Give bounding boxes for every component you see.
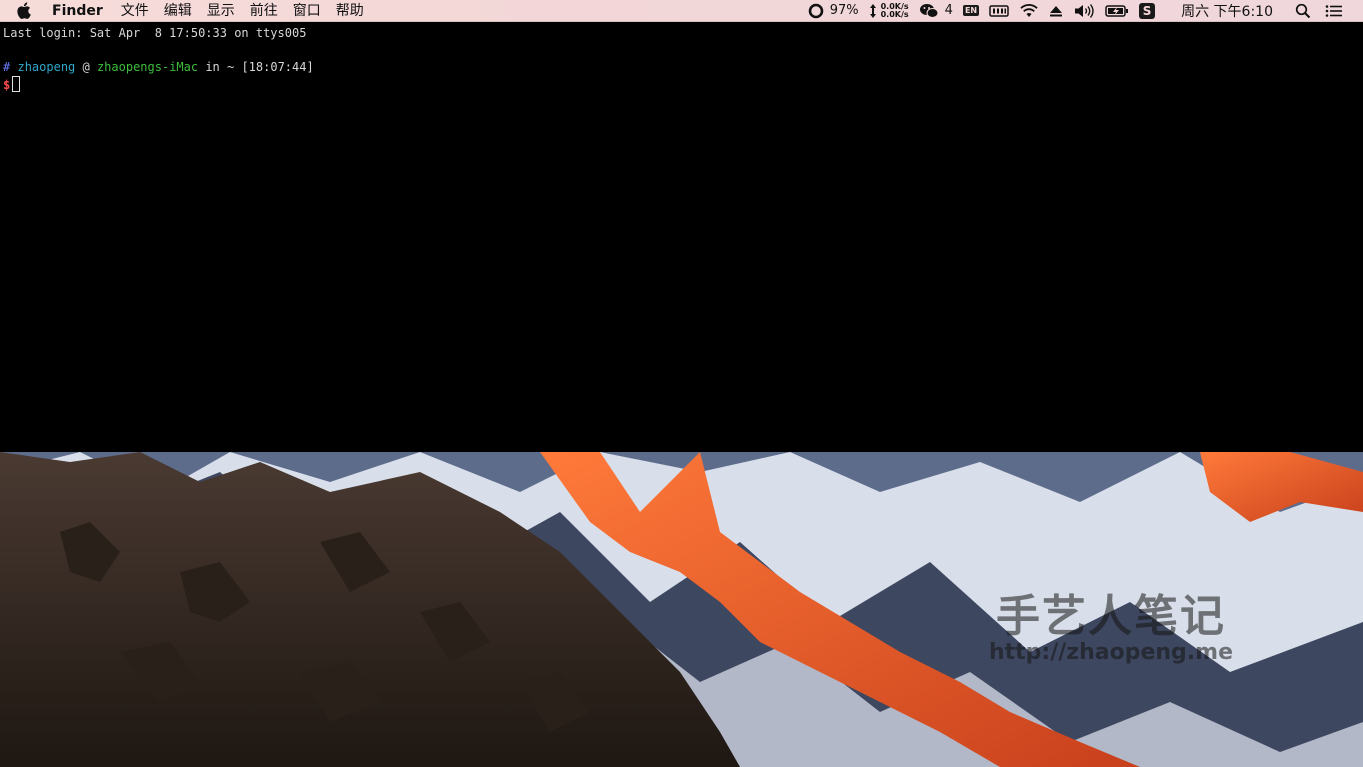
menu-file[interactable]: 文件: [121, 0, 149, 22]
notification-center-status[interactable]: [1325, 0, 1343, 22]
memory-chip-icon: [989, 4, 1009, 17]
search-icon: [1295, 3, 1311, 18]
volume-icon: [1075, 3, 1094, 18]
wechat-count: 4: [944, 3, 953, 18]
sogou-status[interactable]: S: [1139, 0, 1156, 22]
cpu-ring-status[interactable]: 97%: [808, 0, 859, 22]
up-down-arrow-icon: [869, 3, 876, 18]
menu-window[interactable]: 窗口: [293, 0, 321, 22]
menu-edit[interactable]: 编辑: [164, 0, 192, 22]
menu-go[interactable]: 前往: [250, 0, 278, 22]
eject-status[interactable]: [1049, 0, 1063, 22]
menu-bar-right: 97% 0.0K/s 0.0K/s 4 EN S 周六 下午6:10: [798, 0, 1363, 22]
wifi-status[interactable]: [1019, 0, 1039, 22]
input-line[interactable]: $: [3, 76, 1363, 93]
menu-bar: Finder 文件 编辑 显示 前往 窗口 帮助 97% 0.0K/s 0.0K…: [0, 0, 1363, 22]
terminal-window[interactable]: Last login: Sat Apr 8 17:50:33 on ttys00…: [0, 22, 1363, 452]
list-icon: [1325, 4, 1342, 17]
input-source-status[interactable]: EN: [962, 0, 980, 22]
eject-icon: [1050, 5, 1063, 16]
memory-status[interactable]: [989, 0, 1009, 22]
net-down-text: 0.0K/s: [880, 9, 909, 19]
menu-help[interactable]: 帮助: [336, 0, 364, 22]
battery-status[interactable]: [1105, 0, 1129, 22]
battery-percent-text: 97%: [829, 3, 859, 18]
ring-icon: [808, 3, 823, 18]
network-speed-status[interactable]: 0.0K/s 0.0K/s: [869, 0, 909, 22]
input-source-badge: EN: [962, 5, 980, 16]
wechat-icon: [919, 3, 939, 18]
prompt-host: zhaopengs-iMac: [96, 60, 199, 74]
prompt-hash: #: [3, 60, 11, 74]
menu-clock[interactable]: 周六 下午6:10: [1181, 0, 1273, 22]
menu-bar-left: Finder 文件 编辑 显示 前往 窗口 帮助: [0, 0, 379, 22]
prompt-at: @: [75, 60, 97, 74]
apple-icon[interactable]: [16, 2, 32, 20]
wechat-status[interactable]: 4: [919, 0, 953, 22]
last-login-line: Last login: Sat Apr 8 17:50:33 on ttys00…: [3, 26, 307, 40]
volume-status[interactable]: [1073, 0, 1095, 22]
prompt-in: in ~ [18:07:44]: [198, 60, 314, 74]
spotlight-status[interactable]: [1295, 0, 1311, 22]
prompt-user: zhaopeng: [17, 60, 76, 74]
battery-charging-icon: [1105, 4, 1129, 17]
network-speed: 0.0K/s 0.0K/s: [880, 2, 909, 19]
wifi-icon: [1020, 3, 1038, 17]
desktop-wallpaper: [0, 452, 1363, 767]
prompt-dollar: $: [3, 78, 11, 92]
menu-app-finder[interactable]: Finder: [52, 0, 103, 22]
menu-view[interactable]: 显示: [207, 0, 235, 22]
sogou-icon: S: [1139, 2, 1156, 19]
terminal-cursor[interactable]: [12, 76, 21, 92]
prompt-line: # zhaopeng @ zhaopengs-iMac in ~ [18:07:…: [3, 59, 1363, 76]
